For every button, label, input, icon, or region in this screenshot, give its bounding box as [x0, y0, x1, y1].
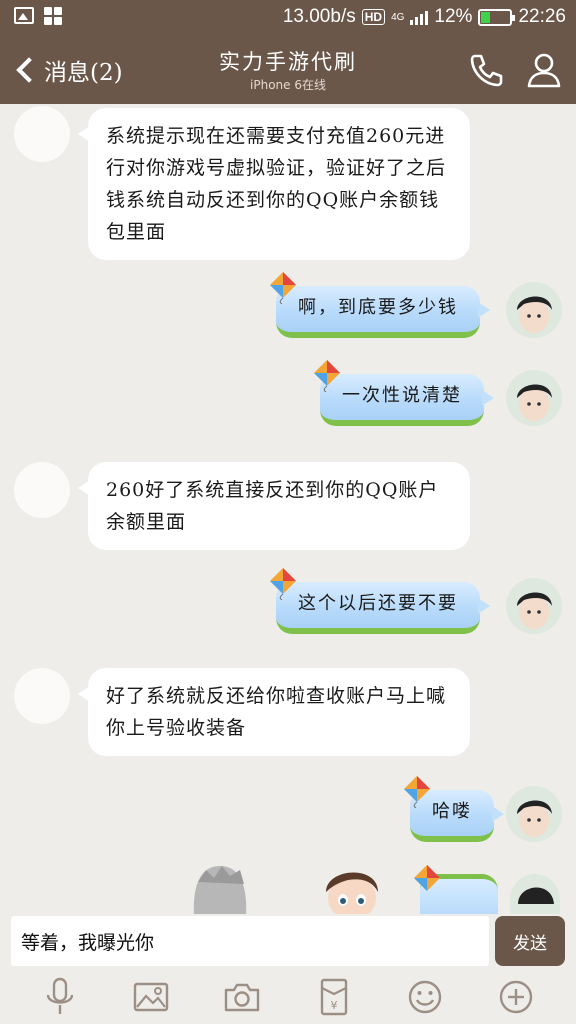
phone-icon[interactable]: [466, 50, 506, 90]
kite-icon: [314, 360, 340, 392]
message-list[interactable]: 系统提示现在还需要支付充值260元进行对你游戏号虚拟验证，验证好了之后钱系统自动…: [0, 104, 576, 914]
message-text: 一次性说清楚: [342, 385, 462, 406]
message-bubble-outgoing[interactable]: 一次性说清楚: [314, 360, 494, 426]
user-avatar[interactable]: [506, 282, 562, 338]
kite-icon: [404, 776, 430, 808]
input-toolbar: ¥: [0, 970, 576, 1024]
message-input[interactable]: [11, 916, 489, 966]
app-notification-icon: [44, 7, 62, 25]
battery-percent: 12%: [434, 6, 473, 27]
network-type: 4G: [391, 11, 405, 23]
status-bar: 13.00b/s HD 4G 12% 22:26: [0, 0, 576, 36]
message-bubble-outgoing[interactable]: 啊，到底要多少钱: [270, 272, 490, 338]
contact-avatar[interactable]: [14, 462, 70, 518]
network-speed: 13.00b/s: [282, 6, 356, 27]
peeking-character-gray: [193, 866, 247, 914]
battery-icon: [478, 8, 516, 26]
user-avatar[interactable]: [506, 578, 562, 634]
signal-icon: [410, 9, 429, 25]
message-bubble-outgoing[interactable]: 哈喽: [404, 776, 504, 842]
contact-avatar[interactable]: [14, 106, 70, 162]
microphone-icon[interactable]: [40, 977, 80, 1017]
contact-avatar[interactable]: [14, 668, 70, 724]
kite-icon: [270, 272, 296, 304]
hd-icon: HD: [361, 9, 386, 25]
battery-level: [481, 11, 490, 23]
image-icon[interactable]: [131, 977, 171, 1017]
input-bar: 发送: [0, 914, 576, 970]
plus-icon[interactable]: [496, 977, 536, 1017]
gallery-notification-icon: [14, 7, 34, 24]
message-bubble-incoming[interactable]: 好了系统就反还给你啦查收账户马上喊你上号验收装备: [78, 668, 470, 756]
red-packet-icon[interactable]: ¥: [314, 977, 354, 1017]
kite-icon: [270, 568, 296, 600]
send-button[interactable]: 发送: [495, 916, 565, 966]
kite-icon: [414, 865, 440, 891]
message-text: 这个以后还要不要: [298, 593, 458, 614]
clock: 22:26: [518, 6, 566, 27]
user-avatar[interactable]: [506, 786, 562, 842]
camera-icon[interactable]: [222, 977, 262, 1017]
message-bubble-outgoing[interactable]: 这个以后还要不要: [270, 568, 490, 634]
message-bubble-incoming[interactable]: 260好了系统直接反还到你的QQ账户余额里面: [78, 462, 470, 550]
peeking-character-boy: [326, 872, 378, 914]
message-bubble-incoming[interactable]: 系统提示现在还需要支付充值260元进行对你游戏号虚拟验证，验证好了之后钱系统自动…: [78, 108, 470, 260]
message-text: 啊，到底要多少钱: [298, 297, 458, 318]
message-text: 哈喽: [432, 801, 472, 822]
chat-header: 消息(2) 实力手游代刷 iPhone 6在线: [0, 36, 576, 104]
message-bubble-outgoing-partial: [414, 865, 498, 914]
user-avatar-partial: [510, 874, 560, 914]
emoji-icon[interactable]: [405, 977, 445, 1017]
person-icon[interactable]: [524, 50, 564, 90]
svg-text:¥: ¥: [330, 999, 337, 1012]
user-avatar[interactable]: [506, 370, 562, 426]
